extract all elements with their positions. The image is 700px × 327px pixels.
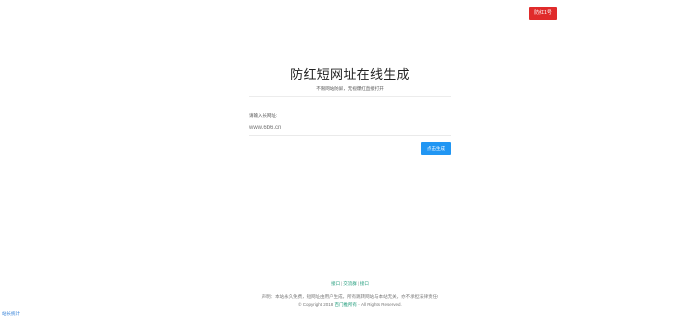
- footer-disclaimer: 声明：本站永久免费，短网址由用户生成，所有跳转网站与本站无关，亦不承担法律责任!: [261, 294, 439, 299]
- footer-copyright: © Copyright 2018 百门推所有 - All Rights Rese…: [0, 302, 700, 308]
- stats-link[interactable]: 站长统计: [2, 311, 20, 317]
- url-input-label: 请输入长网址:: [249, 113, 278, 118]
- footer-link-api-1[interactable]: 接口: [331, 281, 340, 286]
- separator: |: [357, 281, 359, 286]
- footer-link-api-2[interactable]: 接口: [360, 281, 369, 286]
- long-url-input[interactable]: [249, 121, 451, 136]
- page-subtitle: 不限网站防屏，无视爆红直接打开: [316, 86, 384, 91]
- divider: [249, 96, 451, 97]
- copyright-suffix: - All Rights Reserved.: [358, 302, 402, 307]
- page-title: 防红短网址在线生成: [290, 67, 410, 82]
- top-red-button[interactable]: 防红1号: [529, 7, 557, 20]
- footer-link-group[interactable]: 交流群: [343, 281, 357, 286]
- copyright-prefix: © Copyright 2018: [298, 302, 334, 307]
- footer-links: 接口|交流群|接口: [0, 281, 700, 287]
- page: 防红1号 防红短网址在线生成 不限网站防屏，无视爆红直接打开 请输入长网址: 点…: [0, 0, 700, 327]
- generate-button[interactable]: 点击生成: [421, 142, 451, 155]
- copyright-brand[interactable]: 百门推所有: [335, 302, 358, 307]
